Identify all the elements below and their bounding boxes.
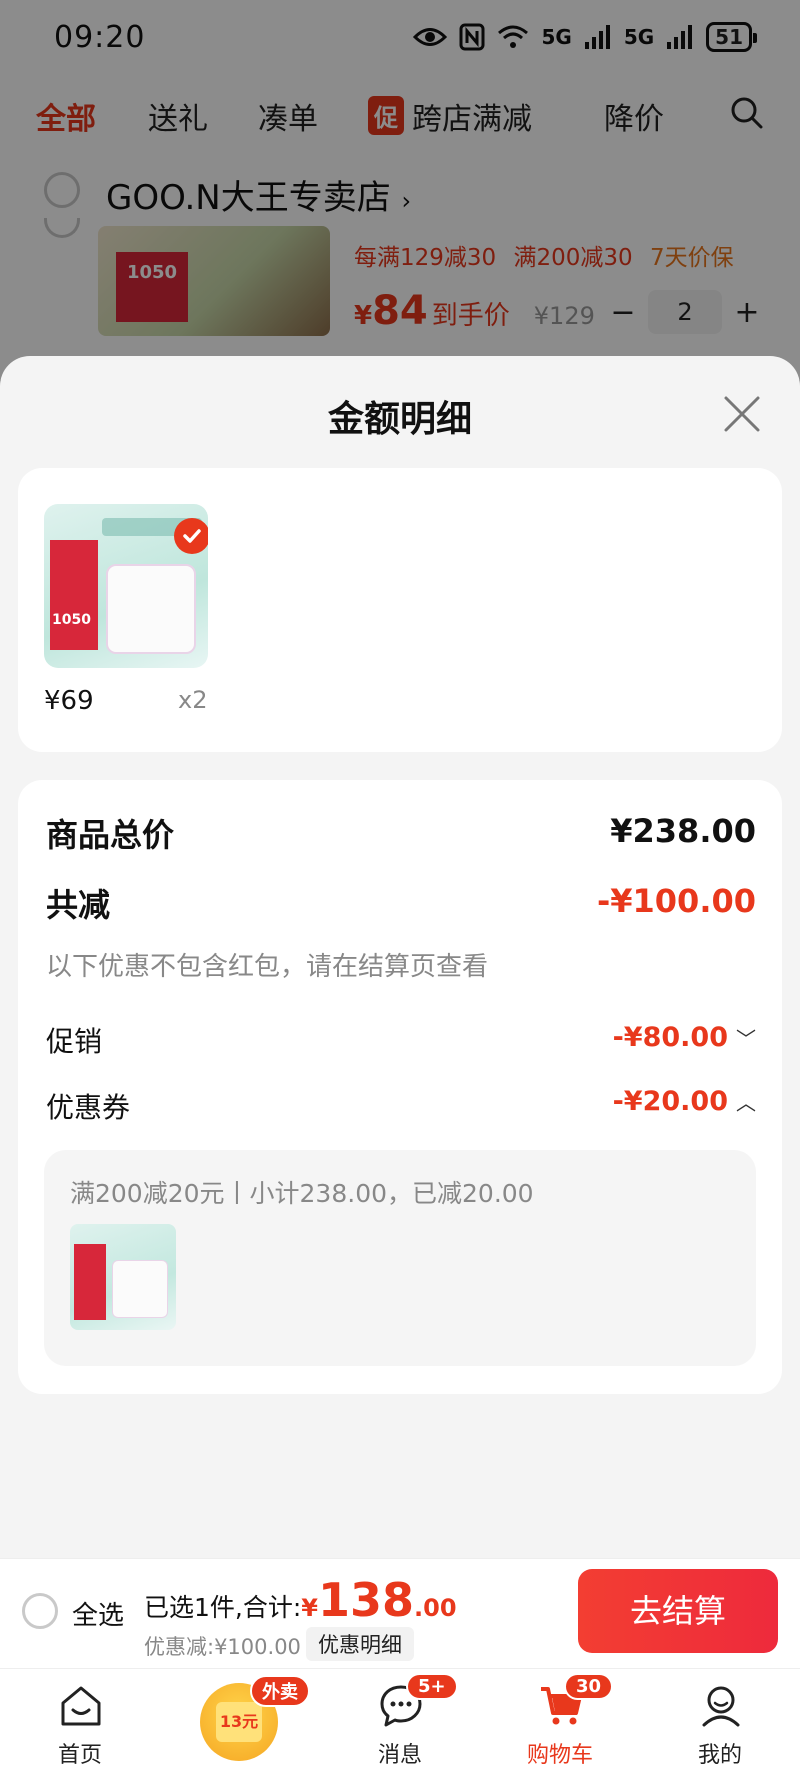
cart-badge: 30 [564, 1673, 614, 1700]
discount-detail-button[interactable]: 优惠明细 [306, 1627, 414, 1661]
chevron-up-icon: ︿ [736, 1091, 756, 1115]
total-decimal: .00 [414, 1594, 457, 1622]
select-all-radio[interactable] [22, 1593, 58, 1629]
promotion-row-toggle[interactable]: -¥80.00 ﹀ [613, 1022, 756, 1053]
total-summary: 已选1件,合计:¥138.00 [144, 1573, 457, 1627]
discount-label: 共减 [46, 886, 111, 924]
item-quantity: x2 [178, 686, 208, 714]
selected-check-icon [174, 518, 208, 554]
tab-mine-label: 我的 [697, 1743, 742, 1768]
checkout-button[interactable]: 去结算 [578, 1569, 778, 1653]
profile-icon [702, 1686, 740, 1727]
price-breakdown-card: 商品总价 ¥238.00 共减 -¥100.00 以下优惠不包含红包，请在结算页… [18, 780, 782, 1394]
discount-note: 以下优惠不包含红包，请在结算页查看 [46, 952, 489, 982]
chevron-down-icon: ﹀ [736, 1027, 756, 1051]
coupon-detail-text: 满200减20元丨小计238.00，已减20.00 [70, 1179, 534, 1208]
discount-summary: 优惠减:¥100.00 [144, 1635, 301, 1659]
sheet-title: 金额明细 [327, 399, 472, 440]
promotion-value: -¥80.00 [612, 1022, 728, 1053]
thumbnail-promo-block [74, 1244, 106, 1320]
discount-value: -¥100.00 [596, 882, 756, 920]
tab-messages-label: 消息 [377, 1743, 422, 1768]
takeout-coupon-label: 13元 [216, 1702, 262, 1742]
coupon-row-toggle[interactable]: -¥20.00 ︿ [613, 1086, 756, 1117]
messages-badge: 5+ [406, 1673, 458, 1700]
total-label: 商品总价 [46, 816, 175, 854]
thumbnail-product-bag [106, 564, 196, 654]
selected-count-text: 已选1件,合计: [144, 1593, 302, 1622]
tab-cart[interactable]: 购物车 30 [500, 1669, 620, 1777]
thumbnail-number: 1050 [52, 612, 91, 628]
amount-detail-sheet: 金额明细 1050 ¥69 x2 商品总价 ¥238.00 共减 -¥100.0… [0, 356, 800, 1558]
modal-overlay[interactable] [0, 0, 800, 380]
promotion-label: 促销 [46, 1025, 103, 1058]
takeout-badge: 外卖 [250, 1675, 310, 1707]
tab-home-label: 首页 [57, 1743, 102, 1768]
tab-messages[interactable]: 消息 5+ [340, 1669, 460, 1777]
total-integer: 138 [317, 1573, 415, 1627]
item-thumbnail[interactable]: 1050 [44, 504, 208, 668]
settlement-bar: 全选 已选1件,合计:¥138.00 优惠减:¥100.00 优惠明细 去结算 [0, 1558, 800, 1668]
selected-items-card: 1050 ¥69 x2 [18, 468, 782, 752]
coupon-item-thumbnail [70, 1224, 176, 1330]
thumbnail-product-bag [112, 1260, 168, 1318]
item-price: ¥69 [44, 686, 94, 716]
coupon-value: -¥20.00 [612, 1086, 728, 1117]
home-icon [61, 1686, 101, 1726]
close-icon[interactable] [720, 392, 764, 436]
tab-cart-label: 购物车 [526, 1743, 593, 1768]
total-value: ¥238.00 [610, 812, 756, 850]
bottom-tab-bar: 首页 13元 外卖 消息 5+ 购物车 30 我的 [0, 1668, 800, 1777]
coupon-label: 优惠券 [46, 1091, 131, 1124]
select-all-label[interactable]: 全选 [72, 1595, 124, 1632]
tab-mine[interactable]: 我的 [660, 1669, 780, 1777]
total-yen-symbol: ¥ [301, 1594, 318, 1622]
thumbnail-promo-block [50, 540, 98, 650]
tab-home[interactable]: 首页 [20, 1669, 140, 1777]
coupon-detail-box: 满200减20元丨小计238.00，已减20.00 [44, 1150, 756, 1366]
